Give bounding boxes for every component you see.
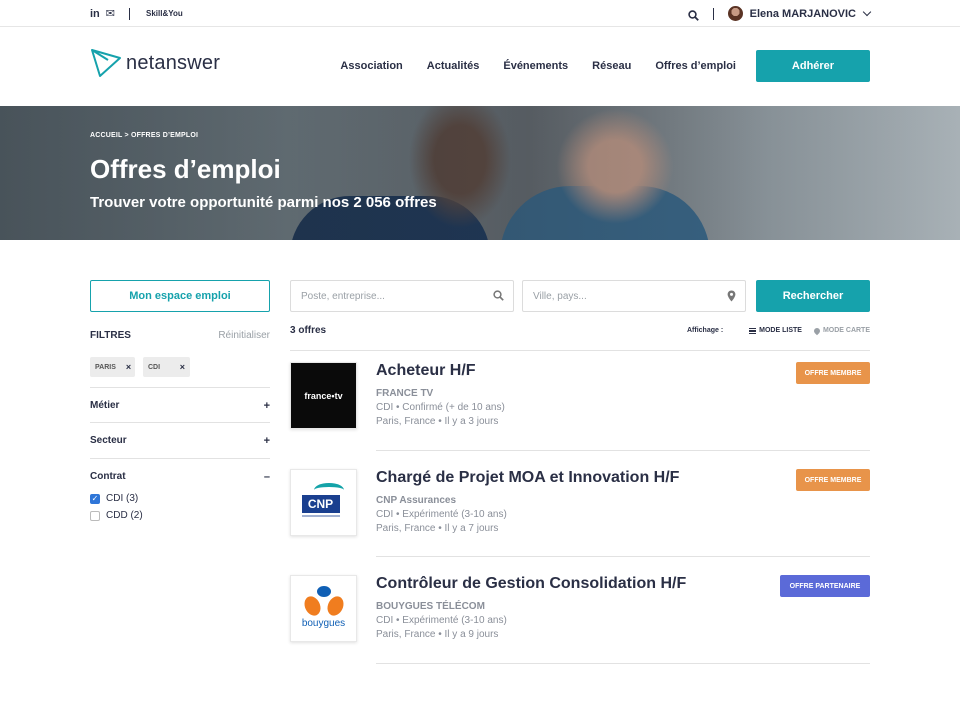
- logo-mark-icon: [91, 49, 121, 77]
- view-label: Affichage :: [686, 327, 724, 334]
- facet-title: Métier: [90, 400, 120, 411]
- divider: [376, 663, 870, 664]
- expand-icon[interactable]: +: [264, 435, 270, 447]
- status-badge: OFFRE MEMBRE: [796, 362, 870, 384]
- close-icon[interactable]: ×: [180, 362, 185, 372]
- logo-text: netanswer: [126, 51, 221, 74]
- divider: [712, 7, 714, 20]
- filter-chip-cdi: CDI ×: [143, 357, 190, 377]
- cnp-logo: CNP: [301, 481, 346, 525]
- breadcrumb[interactable]: ACCUEIL > OFFRES D’EMPLOI: [90, 132, 198, 139]
- checkbox-unchecked[interactable]: [90, 510, 100, 521]
- facet-metier: Métier +: [90, 387, 270, 423]
- site-header: netanswer Association Actualités Événeme…: [0, 28, 960, 106]
- job-card[interactable]: france•tv Acheteur H/F FRANCE TV CDI • C…: [290, 362, 870, 452]
- results-count: 3 offres: [290, 325, 327, 336]
- divider: [376, 450, 870, 451]
- page-subtitle: Trouver votre opportunité parmi nos 2 05…: [90, 194, 437, 211]
- map-pin-icon: [812, 326, 822, 335]
- facet-secteur: Secteur +: [90, 422, 270, 458]
- filters-title: FILTRES: [90, 330, 131, 341]
- job-meta: CDI • Expérimenté (3-10 ans): [376, 615, 507, 626]
- list-mode-label: MODE LISTE: [759, 327, 802, 334]
- nav-item-offres-emploi[interactable]: Offres d’emploi: [655, 60, 736, 72]
- chevron-down-icon[interactable]: [862, 7, 872, 16]
- job-meta: CDI • Expérimenté (3-10 ans): [376, 509, 507, 520]
- divider: [129, 7, 130, 20]
- logo[interactable]: netanswer: [90, 48, 220, 78]
- job-title[interactable]: Acheteur H/F: [376, 362, 476, 380]
- nav-item-actualites[interactable]: Actualités: [427, 60, 480, 72]
- adherer-button[interactable]: Adhérer: [756, 50, 870, 82]
- search-icon: [493, 290, 504, 304]
- avatar[interactable]: [727, 6, 743, 21]
- skillandyou-link[interactable]: Skill&You: [146, 9, 183, 18]
- search-icon[interactable]: [687, 8, 699, 21]
- bouygues-logo: bouygues: [299, 584, 349, 634]
- facet-contrat-header[interactable]: Contrat –: [90, 459, 270, 494]
- status-badge: OFFRE PARTENAIRE: [780, 575, 870, 597]
- facet-title: Contrat: [90, 471, 126, 482]
- facet-secteur-header[interactable]: Secteur +: [90, 423, 270, 458]
- input-placeholder: Ville, pays...: [533, 290, 587, 302]
- company-logo-francetv[interactable]: france•tv: [290, 362, 357, 429]
- expand-icon[interactable]: +: [264, 400, 270, 412]
- results-bar: 3 offres Affichage : MODE LISTE MODE CAR…: [290, 323, 870, 351]
- map-mode-label: MODE CARTE: [822, 327, 870, 334]
- hero-banner: ACCUEIL > OFFRES D’EMPLOI Offres d’emplo…: [0, 106, 960, 240]
- job-company: BOUYGUES TÉLÉCOM: [376, 601, 485, 612]
- linkedin-icon[interactable]: in: [90, 8, 100, 20]
- map-mode-toggle[interactable]: MODE CARTE: [812, 326, 870, 335]
- nav-item-reseau[interactable]: Réseau: [592, 60, 631, 72]
- mon-espace-emploi-button[interactable]: Mon espace emploi: [90, 280, 270, 312]
- job-meta: CDI • Confirmé (+ de 10 ans): [376, 402, 505, 413]
- facet-title: Secteur: [90, 435, 127, 446]
- nav-item-association[interactable]: Association: [340, 60, 402, 72]
- view-switcher: Affichage : MODE LISTE MODE CARTE: [686, 326, 870, 335]
- nav-item-evenements[interactable]: Événements: [503, 60, 568, 72]
- job-card[interactable]: CNP Chargé de Projet MOA et Innovation H…: [290, 469, 870, 559]
- keyword-search-input[interactable]: Poste, entreprise...: [290, 280, 514, 312]
- list-icon: [749, 327, 757, 334]
- job-location: Paris, France • Il y a 7 jours: [376, 523, 499, 534]
- rechercher-button[interactable]: Rechercher: [756, 280, 870, 312]
- facet-metier-header[interactable]: Métier +: [90, 388, 270, 423]
- page-title: Offres d’emploi: [90, 154, 281, 184]
- close-icon[interactable]: ×: [126, 362, 131, 372]
- top-bar: in ✉ Skill&You Elena MARJANOVIC: [0, 0, 960, 27]
- active-filters: PARIS × CDI ×: [90, 357, 190, 377]
- filter-chip-paris: PARIS ×: [90, 357, 135, 377]
- mail-icon[interactable]: ✉: [106, 7, 115, 20]
- input-placeholder: Poste, entreprise...: [301, 290, 385, 302]
- status-badge: OFFRE MEMBRE: [796, 469, 870, 491]
- job-title[interactable]: Contrôleur de Gestion Consolidation H/F: [376, 575, 686, 593]
- logo-text: france•tv: [304, 390, 343, 401]
- chip-label: CDI: [148, 363, 161, 371]
- checkbox-checked[interactable]: ✓: [90, 493, 100, 504]
- contrat-option-cdi[interactable]: ✓ CDI (3): [90, 490, 270, 507]
- job-title[interactable]: Chargé de Projet MOA et Innovation H/F: [376, 469, 679, 487]
- company-logo-bouygues[interactable]: bouygues: [290, 575, 357, 642]
- job-location: Paris, France • Il y a 9 jours: [376, 629, 499, 640]
- user-menu[interactable]: Elena MARJANOVIC: [750, 8, 856, 20]
- chip-label: PARIS: [95, 363, 116, 371]
- location-search-input[interactable]: Ville, pays...: [522, 280, 746, 312]
- filters-header: FILTRES Réinitialiser: [90, 330, 270, 341]
- company-logo-cnp[interactable]: CNP: [290, 469, 357, 536]
- reset-filters-link[interactable]: Réinitialiser: [218, 330, 270, 341]
- job-card[interactable]: bouygues Contrôleur de Gestion Consolida…: [290, 575, 870, 665]
- divider: [376, 556, 870, 557]
- job-location: Paris, France • Il y a 3 jours: [376, 416, 499, 427]
- option-label: CDI (3): [106, 493, 139, 504]
- location-pin-icon: [727, 290, 736, 305]
- job-company: CNP Assurances: [376, 495, 457, 506]
- contrat-option-cdd[interactable]: CDD (2): [90, 507, 270, 524]
- option-label: CDD (2): [106, 510, 143, 521]
- facet-contrat: Contrat – ✓ CDI (3) CDD (2): [90, 458, 270, 524]
- list-mode-toggle[interactable]: MODE LISTE: [749, 327, 802, 334]
- collapse-icon[interactable]: –: [264, 471, 270, 483]
- job-company: FRANCE TV: [376, 388, 434, 399]
- main-nav: Association Actualités Événements Réseau…: [316, 50, 870, 82]
